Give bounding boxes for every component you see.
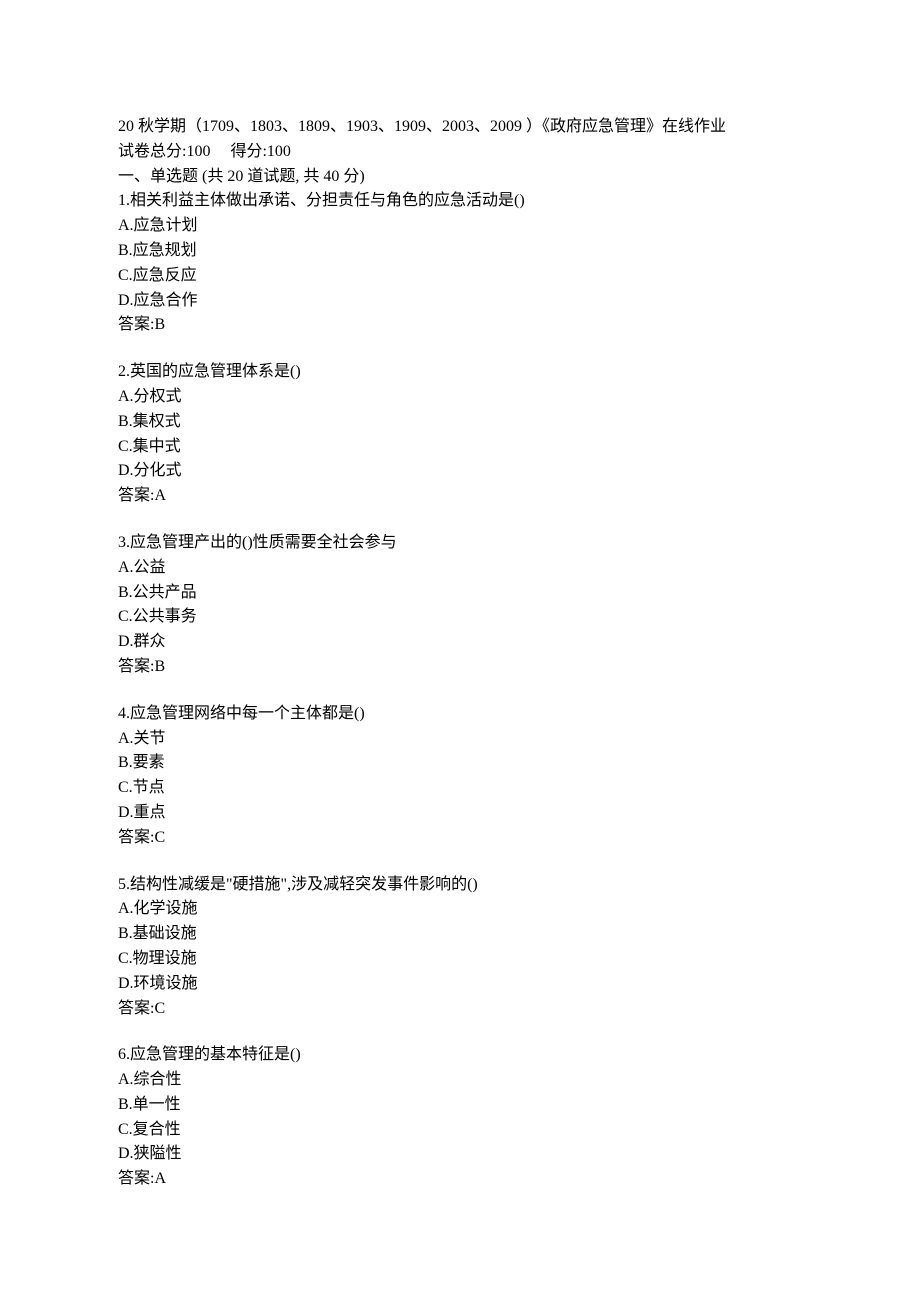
option-d: D.重点 (118, 801, 802, 826)
answer-line: 答案:A (118, 1167, 802, 1192)
answer-line: 答案:C (118, 997, 802, 1022)
option-c: C.复合性 (118, 1118, 802, 1143)
question-text: 3.应急管理产出的()性质需要全社会参与 (118, 531, 802, 556)
option-a: A.分权式 (118, 385, 802, 410)
question-block: 4.应急管理网络中每一个主体都是() A.关节 B.要素 C.节点 D.重点 答… (118, 702, 802, 851)
answer-line: 答案:A (118, 484, 802, 509)
option-c: C.集中式 (118, 435, 802, 460)
option-c: C.公共事务 (118, 605, 802, 630)
option-a: A.应急计划 (118, 214, 802, 239)
option-c: C.节点 (118, 776, 802, 801)
total-score: 试卷总分:100 (118, 143, 210, 160)
option-a: A.公益 (118, 556, 802, 581)
exam-title: 20 秋学期（1709、1803、1809、1903、1909、2003、200… (118, 115, 802, 140)
option-c: C.应急反应 (118, 264, 802, 289)
option-c: C.物理设施 (118, 947, 802, 972)
option-d: D.应急合作 (118, 289, 802, 314)
question-text: 1.相关利益主体做出承诺、分担责任与角色的应急活动是() (118, 189, 802, 214)
option-b: B.单一性 (118, 1093, 802, 1118)
question-text: 5.结构性减缓是"硬措施",涉及减轻突发事件影响的() (118, 873, 802, 898)
answer-line: 答案:B (118, 313, 802, 338)
option-b: B.基础设施 (118, 922, 802, 947)
obtained-score: 得分:100 (230, 143, 290, 160)
option-b: B.集权式 (118, 410, 802, 435)
question-block: 1.相关利益主体做出承诺、分担责任与角色的应急活动是() A.应急计划 B.应急… (118, 189, 802, 338)
option-a: A.化学设施 (118, 897, 802, 922)
answer-line: 答案:C (118, 826, 802, 851)
answer-line: 答案:B (118, 655, 802, 680)
question-text: 6.应急管理的基本特征是() (118, 1043, 802, 1068)
option-b: B.应急规划 (118, 239, 802, 264)
question-block: 6.应急管理的基本特征是() A.综合性 B.单一性 C.复合性 D.狭隘性 答… (118, 1043, 802, 1192)
option-a: A.综合性 (118, 1068, 802, 1093)
option-a: A.关节 (118, 727, 802, 752)
option-b: B.公共产品 (118, 581, 802, 606)
document-page: 20 秋学期（1709、1803、1809、1903、1909、2003、200… (0, 0, 920, 1242)
option-b: B.要素 (118, 751, 802, 776)
option-d: D.群众 (118, 630, 802, 655)
question-block: 3.应急管理产出的()性质需要全社会参与 A.公益 B.公共产品 C.公共事务 … (118, 531, 802, 680)
question-block: 5.结构性减缓是"硬措施",涉及减轻突发事件影响的() A.化学设施 B.基础设… (118, 873, 802, 1022)
option-d: D.环境设施 (118, 972, 802, 997)
section-header: 一、单选题 (共 20 道试题, 共 40 分) (118, 165, 802, 190)
question-text: 2.英国的应急管理体系是() (118, 360, 802, 385)
question-text: 4.应急管理网络中每一个主体都是() (118, 702, 802, 727)
option-d: D.分化式 (118, 459, 802, 484)
score-line: 试卷总分:100 得分:100 (118, 140, 802, 165)
option-d: D.狭隘性 (118, 1142, 802, 1167)
question-block: 2.英国的应急管理体系是() A.分权式 B.集权式 C.集中式 D.分化式 答… (118, 360, 802, 509)
